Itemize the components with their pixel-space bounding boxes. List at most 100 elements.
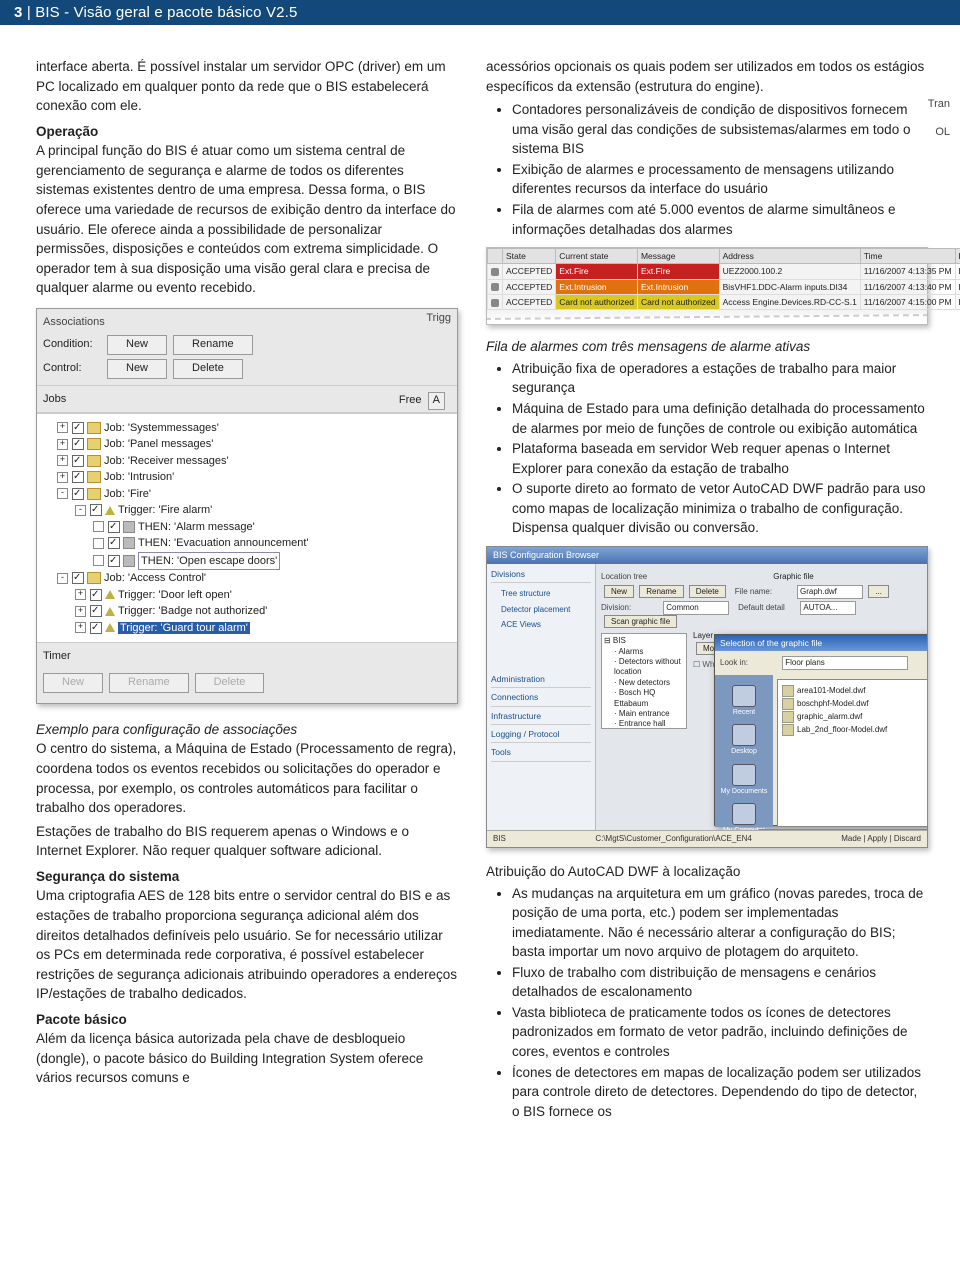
file-item[interactable]: boschphf-Model.dwf (782, 698, 928, 710)
list-item: Vasta biblioteca de praticamente todos o… (512, 1003, 928, 1062)
tree-item[interactable]: · Entrance hall (604, 719, 684, 729)
tree-item[interactable]: +Job: 'Receiver messages' (41, 453, 453, 470)
side-hdr-divisions: Divisions (491, 568, 591, 583)
list-item: As mudanças na arquitetura em um gráfico… (512, 884, 928, 962)
header-divider: | (23, 4, 36, 21)
timer-label: Timer (43, 650, 71, 662)
tree-item[interactable]: · Main entrance (604, 709, 684, 719)
heading-pacote: Pacote básico (36, 1010, 458, 1030)
file-item[interactable]: area101-Model.dwf (782, 685, 928, 697)
defaultdetail-input[interactable]: AUTOA... (800, 601, 856, 615)
side-link[interactable]: ACE Views (491, 617, 591, 633)
defaultdetail-label: Default detail (738, 602, 798, 614)
status-right: Made | Apply | Discard (841, 833, 921, 845)
tree-item[interactable]: -Job: 'Access Control' (41, 570, 453, 587)
col-header: Message (637, 249, 719, 264)
bullet-list-1: Contadores personalizáveis de condição d… (486, 100, 928, 239)
para-state-machine: O centro do sistema, a Máquina de Estado… (36, 739, 458, 817)
places-item[interactable]: Recent (715, 685, 773, 718)
col-header: Location (955, 249, 960, 264)
caption-autocad: Atribuição do AutoCAD DWF à localização (486, 864, 740, 879)
table-row[interactable]: ACCEPTEDExt.FireExt.FireUEZ2000.100.211/… (488, 264, 960, 279)
caption-alarm-queue: Fila de alarmes com três mensagens de al… (486, 337, 928, 357)
places-item[interactable]: My Documents (715, 764, 773, 797)
places-item[interactable]: Desktop (715, 724, 773, 757)
side-hdr-admin: Administration (491, 673, 591, 688)
filename-label: File name: (735, 586, 795, 598)
assoc-top-panel: Associations Trigg Condition: New Rename… (37, 309, 457, 386)
browse-button[interactable]: ... (868, 585, 889, 599)
col-header: Address (719, 249, 860, 264)
para-acessorios: acessórios opcionais os quais podem ser … (486, 57, 928, 96)
division-select[interactable]: Common (663, 601, 729, 615)
bullet-list-2: Atribuição fixa de operadores a estações… (486, 359, 928, 538)
tree-item[interactable]: · Bosch HQ Ettabaum (604, 688, 684, 709)
side-hdr-tools: Tools (491, 746, 591, 761)
tree-item[interactable]: · Alarms (604, 647, 684, 657)
status-mid: C:\MgtS\Customer_Configuration\ACE_EN4 (595, 833, 752, 845)
assoc-group-label: Associations (43, 316, 105, 328)
window-title: BIS Configuration Browser (487, 547, 927, 564)
file-item[interactable]: Lab_2nd_floor-Model.dwf (782, 724, 928, 736)
assoc-right-label-1: Trigg (426, 311, 451, 327)
list-item: Fluxo de trabalho com distribuição de me… (512, 963, 928, 1002)
tree-item[interactable]: · New detectors (604, 678, 684, 688)
tree-item[interactable]: +Job: 'Intrusion' (41, 469, 453, 486)
col-header: State (503, 249, 556, 264)
jobs-tree[interactable]: Tran OL +Job: 'Systemmessages'+Job: 'Pan… (37, 413, 457, 643)
places-bar: RecentDesktopMy DocumentsMy ComputerMy N… (715, 675, 773, 827)
page-header: 3 | BIS - Visão geral e pacote básico V2… (0, 0, 960, 25)
col-header: Time (860, 249, 955, 264)
tree-item[interactable]: +Job: 'Panel messages' (41, 436, 453, 453)
timer-rename-button[interactable]: Rename (109, 673, 189, 693)
alarm-table-header: StateCurrent stateMessageAddressTimeLoca… (488, 249, 960, 264)
bullet-list-3: As mudanças na arquitetura em um gráfico… (486, 884, 928, 1122)
caption-associations: Exemplo para configuração de associações (36, 720, 458, 740)
loctree-delete-button[interactable]: Delete (689, 585, 726, 599)
lookin-label: Look in: (720, 657, 780, 669)
para-pacote: Além da licença básica autorizada pela c… (36, 1029, 458, 1088)
tree-item[interactable]: -Trigger: 'Fire alarm' (41, 502, 453, 519)
tree-item[interactable]: THEN: 'Evacuation announcement' (41, 535, 453, 552)
config-main: Location tree Graphic file New Rename De… (596, 564, 927, 834)
lookin-select[interactable]: Floor plans (782, 656, 908, 670)
tree-item[interactable]: · Detectors without location (604, 657, 684, 678)
dialog-title: Selection of the graphic file (715, 635, 928, 651)
table-row[interactable]: ACCEPTEDCard not authorizedCard not auth… (488, 295, 960, 310)
loctree-new-button[interactable]: New (604, 585, 634, 599)
file-list[interactable]: area101-Model.dwfboschphf-Model.dwfgraph… (777, 679, 928, 827)
assoc-right-label-3: Tran (928, 96, 950, 113)
heading-seguranca: Segurança do sistema (36, 867, 458, 887)
tree-item[interactable]: +Trigger: 'Badge not authorized' (41, 603, 453, 620)
list-item: Fila de alarmes com até 5.000 eventos de… (512, 200, 928, 239)
list-item: Plataforma baseada em servidor Web reque… (512, 439, 928, 478)
col-header: Current state (556, 249, 638, 264)
tree-item[interactable]: +Trigger: 'Door left open' (41, 587, 453, 604)
tree-item[interactable]: -Job: 'Fire' (41, 486, 453, 503)
tree-item[interactable]: +Trigger: 'Guard tour alarm' (41, 620, 453, 637)
timer-new-button[interactable]: New (43, 673, 103, 693)
tree-item[interactable]: THEN: 'Open escape doors' (41, 552, 453, 571)
timer-delete-button[interactable]: Delete (195, 673, 265, 693)
tree-item[interactable]: +Job: 'Systemmessages' (41, 420, 453, 437)
location-tree[interactable]: ⊟ BIS· Alarms· Detectors without locatio… (601, 633, 687, 729)
timer-panel: Timer New Rename Delete (37, 642, 457, 703)
table-row[interactable]: ACCEPTEDExt.IntrusionExt.IntrusionBisVHF… (488, 279, 960, 294)
side-link[interactable]: Detector placement (491, 602, 591, 618)
division-label: Division: (601, 602, 661, 614)
side-link[interactable]: Tree structure (491, 586, 591, 602)
control-delete-button[interactable]: Delete (173, 359, 243, 379)
file-item[interactable]: graphic_alarm.dwf (782, 711, 928, 723)
tree-item[interactable]: THEN: 'Alarm message' (41, 519, 453, 536)
graphicfile-label: Graphic file (773, 572, 813, 581)
file-dialog: Selection of the graphic file Look in: F… (714, 634, 928, 826)
assoc-right-label-4: OL (935, 124, 950, 141)
loctree-rename-button[interactable]: Rename (639, 585, 683, 599)
filename-input[interactable]: Graph.dwf (797, 585, 863, 599)
control-new-button[interactable]: New (107, 359, 167, 379)
condition-new-button[interactable]: New (107, 335, 167, 355)
condition-rename-button[interactable]: Rename (173, 335, 253, 355)
para-seguranca: Uma criptografia AES de 128 bits entre o… (36, 886, 458, 1003)
list-item: Máquina de Estado para uma definição det… (512, 399, 928, 438)
scan-button[interactable]: Scan graphic file (604, 615, 677, 629)
